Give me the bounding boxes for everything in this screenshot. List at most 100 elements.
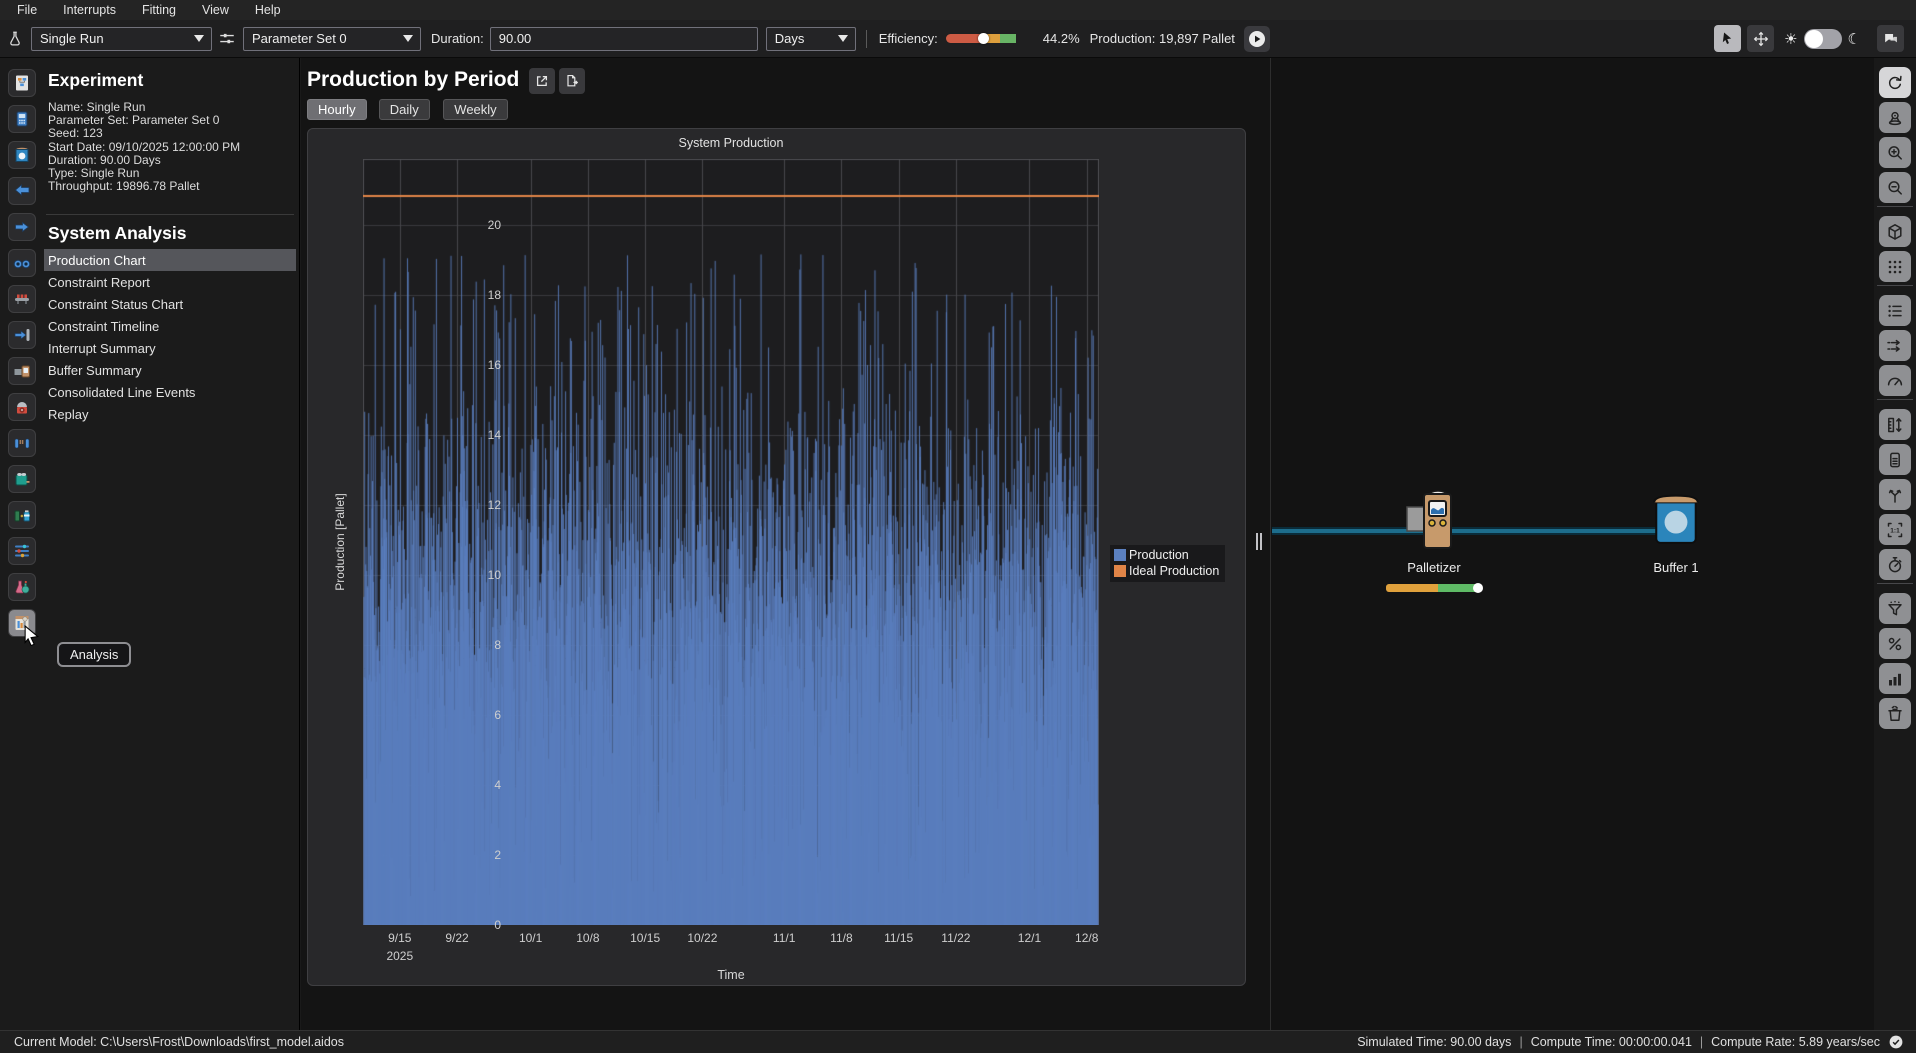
sidebar-tool-bucket-elevator-icon[interactable] xyxy=(8,141,36,169)
duration-input[interactable] xyxy=(490,27,758,51)
analysis-item-constraint-timeline[interactable]: Constraint Timeline xyxy=(44,315,296,337)
parameter-set-dropdown[interactable]: Parameter Set 0 xyxy=(243,27,421,51)
select-cursor-button[interactable] xyxy=(1714,25,1741,52)
export-button[interactable] xyxy=(559,68,585,94)
menu-item-file[interactable]: File xyxy=(4,3,50,17)
run-mode-dropdown[interactable]: Single Run xyxy=(31,27,212,51)
sidebar-tool-binoculars-icon[interactable] xyxy=(8,249,36,277)
chart-xlabel: Time xyxy=(363,968,1099,982)
svg-text:1:1: 1:1 xyxy=(1890,527,1900,534)
right-tool-trash-icon[interactable] xyxy=(1879,698,1911,729)
sidebar-tool-flowchart-icon[interactable] xyxy=(8,69,36,97)
analysis-item-consolidated-line-events[interactable]: Consolidated Line Events xyxy=(44,381,296,403)
legend-entry: Production xyxy=(1114,547,1219,563)
experiment-detail: Duration: 90.00 Days xyxy=(48,153,161,167)
x-tick-label: 9/15 xyxy=(370,931,430,945)
x-tick-label: 10/8 xyxy=(558,931,618,945)
tab-daily[interactable]: Daily xyxy=(379,99,430,120)
right-tool-grid-dots-icon[interactable] xyxy=(1879,251,1911,282)
experiment-detail: Seed: 123 xyxy=(48,126,103,140)
panel-splitter-handle[interactable] xyxy=(1256,533,1266,550)
main-toolbar: Single Run Parameter Set 0 Duration: Day… xyxy=(0,20,1916,58)
right-tool-list-view-icon[interactable] xyxy=(1879,295,1911,326)
right-tool-stopwatch-icon[interactable] xyxy=(1879,549,1911,580)
theme-toggle-knob xyxy=(1805,30,1823,48)
efficiency-value: 44.2% xyxy=(1043,31,1080,46)
run-mode-value: Single Run xyxy=(40,31,104,46)
theme-toggle[interactable] xyxy=(1804,29,1842,49)
menu-item-fitting[interactable]: Fitting xyxy=(129,3,189,17)
menu-item-view[interactable]: View xyxy=(189,3,242,17)
x-tick-label: 11/15 xyxy=(869,931,929,945)
sidebar-tool-buffer-node-icon[interactable] xyxy=(8,357,36,385)
experiment-detail: Name: Single Run xyxy=(48,100,145,114)
right-tool-zoom-out-icon[interactable] xyxy=(1879,172,1911,203)
x-tick-label: 12/8 xyxy=(1057,931,1117,945)
palletizer-label: Palletizer xyxy=(1379,560,1489,575)
status-segment: Compute Rate: 5.89 years/sec xyxy=(1711,1035,1880,1049)
status-check-icon[interactable] xyxy=(1888,1034,1904,1050)
sidebar-tool-experiment-device-icon[interactable] xyxy=(8,105,36,133)
status-right-group: Simulated Time: 90.00 days|Compute Time:… xyxy=(1357,1034,1904,1050)
feedback-chat-button[interactable] xyxy=(1877,25,1904,52)
right-tool-gauge-icon[interactable] xyxy=(1879,365,1911,396)
analysis-item-constraint-status-chart[interactable]: Constraint Status Chart xyxy=(44,293,296,315)
current-model-path: Current Model: C:\Users\Frost\Downloads\… xyxy=(14,1035,344,1049)
tab-weekly[interactable]: Weekly xyxy=(443,99,507,120)
production-play-button[interactable] xyxy=(1244,26,1270,52)
palletizer-node-icon[interactable] xyxy=(1405,489,1463,555)
progress-segment xyxy=(1386,584,1438,592)
experiment-detail: Parameter Set: Parameter Set 0 xyxy=(48,113,219,127)
right-tool-location-pin-icon[interactable] xyxy=(1879,102,1911,133)
right-tool-one-to-one-icon[interactable]: 1:1 xyxy=(1879,514,1911,545)
analysis-item-constraint-report[interactable]: Constraint Report xyxy=(44,271,296,293)
experiment-detail: Throughput: 19896.78 Pallet xyxy=(48,179,199,193)
tab-hourly[interactable]: Hourly xyxy=(307,99,367,120)
y-tick-label: 4 xyxy=(461,778,501,792)
chart-plot-area xyxy=(363,159,1099,925)
x-tick-label: 11/22 xyxy=(926,931,986,945)
analysis-item-replay[interactable]: Replay xyxy=(44,403,296,425)
duration-unit-dropdown[interactable]: Days xyxy=(766,27,856,51)
analysis-item-interrupt-summary[interactable]: Interrupt Summary xyxy=(44,337,296,359)
right-tool-bar-chart-icon[interactable] xyxy=(1879,663,1911,694)
production-value: Production: 19,897 Pallet xyxy=(1090,31,1235,46)
sidebar-tool-constraint-tool-icon[interactable] xyxy=(8,321,36,349)
sidebar-tool-parameter-sliders-icon[interactable] xyxy=(8,537,36,565)
right-tool-flow-arrows-icon[interactable] xyxy=(1879,330,1911,361)
right-tool-cube-3d-icon[interactable] xyxy=(1879,216,1911,247)
right-tool-container-level-icon[interactable] xyxy=(1879,444,1911,475)
buffer-node-icon[interactable] xyxy=(1652,493,1700,545)
y-tick-label: 2 xyxy=(461,848,501,862)
right-tool-percent-icon[interactable] xyxy=(1879,628,1911,659)
right-tool-reset-view-icon[interactable] xyxy=(1879,67,1911,98)
right-tool-height-range-icon[interactable] xyxy=(1879,409,1911,440)
sidebar-tool-split-arrow-icon[interactable] xyxy=(8,213,36,241)
sidebar-tool-flasks-icon[interactable] xyxy=(8,573,36,601)
analysis-item-buffer-summary[interactable]: Buffer Summary xyxy=(44,359,296,381)
sidebar-tool-conveyor-items-icon[interactable] xyxy=(8,285,36,313)
sidebar-tool-conveyor-posts-icon[interactable] xyxy=(8,429,36,457)
menu-item-interrupts[interactable]: Interrupts xyxy=(50,3,129,17)
right-tool-zoom-in-icon[interactable] xyxy=(1879,137,1911,168)
y-tick-label: 10 xyxy=(461,568,501,582)
right-tool-filter-funnel-icon[interactable] xyxy=(1879,593,1911,624)
dropdown-caret-icon xyxy=(403,35,413,42)
system-analysis-header: System Analysis xyxy=(48,223,186,244)
sidebar-tool-tank-icon[interactable] xyxy=(8,465,36,493)
open-external-button[interactable] xyxy=(529,68,555,94)
pan-move-button[interactable] xyxy=(1747,25,1774,52)
sidebar-tool-replay-projector-icon[interactable] xyxy=(8,393,36,421)
right-tool-split-path-icon[interactable] xyxy=(1879,479,1911,510)
chart-title: System Production xyxy=(363,136,1099,150)
sidebar-tool-canisters-icon[interactable] xyxy=(8,501,36,529)
analysis-item-production-chart[interactable]: Production Chart xyxy=(44,249,296,271)
y-tick-label: 0 xyxy=(461,918,501,932)
legend-swatch xyxy=(1114,549,1126,561)
adjust-sliders-icon[interactable] xyxy=(218,30,236,48)
gauge-segment xyxy=(1000,34,1016,43)
x-tick-label: 10/22 xyxy=(672,931,732,945)
menu-item-help[interactable]: Help xyxy=(242,3,294,17)
sidebar-tool-merge-arrow-icon[interactable] xyxy=(8,177,36,205)
buffer-label: Buffer 1 xyxy=(1621,560,1731,575)
